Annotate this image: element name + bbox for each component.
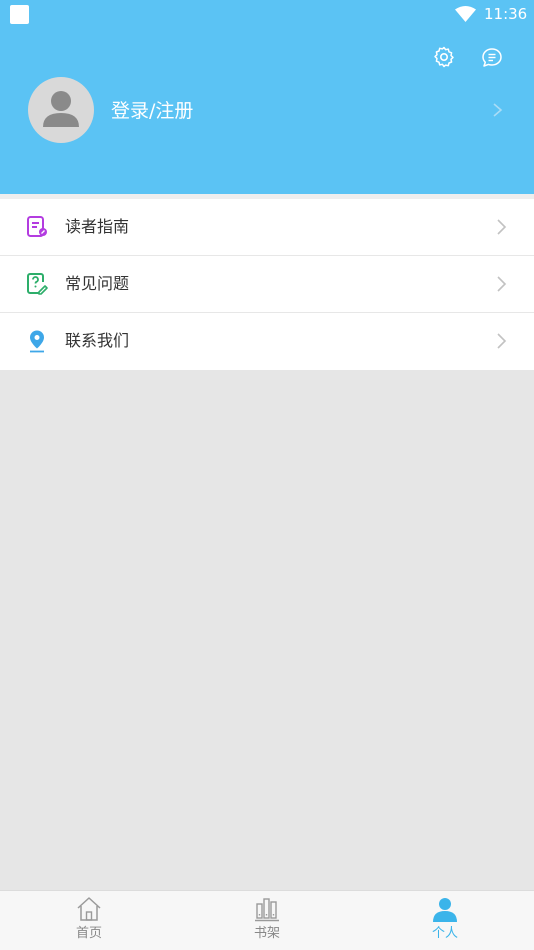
tab-me[interactable]: 个人 bbox=[356, 891, 534, 950]
status-bar: 11:36 bbox=[0, 0, 534, 28]
tab-bookshelf[interactable]: 书架 bbox=[178, 891, 356, 950]
user-avatar-icon bbox=[43, 91, 79, 127]
menu-item-label: 读者指南 bbox=[65, 217, 130, 236]
menu-item-label: 常见问题 bbox=[65, 274, 130, 293]
tab-label: 书架 bbox=[253, 926, 280, 941]
tab-label: 个人 bbox=[431, 926, 458, 941]
bottom-tab-bar: 首页 书架 个人 bbox=[0, 890, 534, 950]
menu-item-label: 联系我们 bbox=[65, 331, 130, 350]
bookshelf-icon bbox=[255, 898, 279, 922]
menu-item-faq[interactable]: 常见问题 bbox=[0, 256, 534, 313]
location-pin-icon bbox=[30, 330, 44, 353]
chevron-right-icon bbox=[497, 219, 507, 235]
tab-label: 首页 bbox=[75, 926, 102, 941]
tab-home[interactable]: 首页 bbox=[0, 891, 178, 950]
avatar[interactable] bbox=[28, 77, 94, 143]
chevron-right-icon bbox=[497, 333, 507, 349]
status-time: 11:36 bbox=[484, 5, 528, 23]
faq-icon bbox=[27, 273, 48, 295]
login-register-link[interactable]: 登录/注册 bbox=[111, 100, 193, 122]
home-icon bbox=[77, 897, 101, 921]
menu-item-reader-guide[interactable]: 读者指南 bbox=[0, 199, 534, 256]
profile-header: 登录/注册 bbox=[0, 28, 534, 194]
wifi-icon bbox=[455, 6, 476, 22]
chevron-right-icon bbox=[497, 276, 507, 292]
notification-icon bbox=[10, 5, 29, 24]
chevron-right-icon bbox=[493, 103, 503, 117]
settings-gear-icon[interactable] bbox=[432, 45, 456, 69]
message-icon[interactable] bbox=[480, 46, 504, 70]
person-icon bbox=[433, 898, 457, 922]
menu-item-contact-us[interactable]: 联系我们 bbox=[0, 313, 534, 370]
reader-guide-icon bbox=[27, 216, 47, 237]
menu-list: 读者指南 常见问题 联系我们 bbox=[0, 199, 534, 370]
